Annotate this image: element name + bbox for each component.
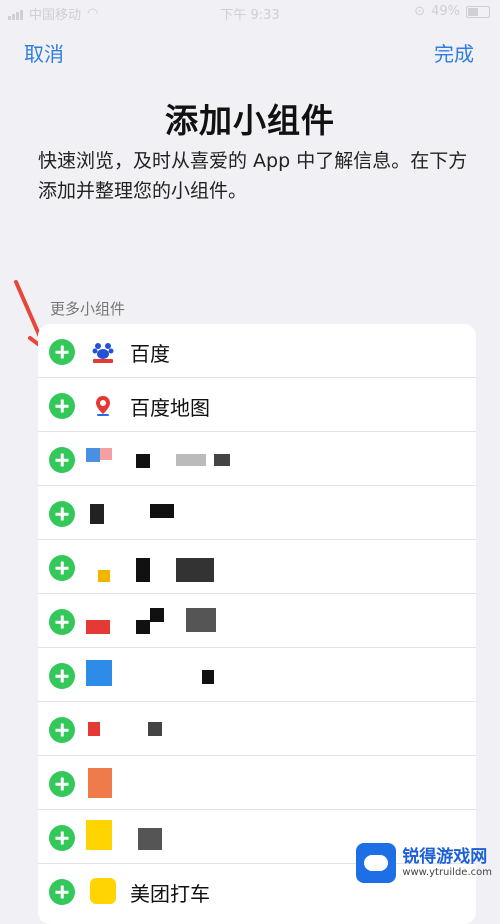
redacted-block: [136, 620, 150, 634]
battery-icon: [466, 5, 490, 18]
redacted-block: [136, 558, 150, 582]
redacted-icon: [86, 620, 110, 634]
add-icon[interactable]: [49, 555, 75, 581]
redacted-block: [186, 608, 216, 632]
add-icon[interactable]: [49, 771, 75, 797]
widget-row-redacted[interactable]: [38, 432, 476, 486]
widget-name: 百度: [130, 342, 170, 366]
done-button[interactable]: 完成: [434, 38, 474, 67]
redacted-block: [176, 454, 206, 466]
battery-percent: 49%: [431, 4, 460, 19]
baidu-map-icon: [90, 392, 116, 418]
page-title: 添加小组件: [165, 101, 335, 140]
add-icon[interactable]: [49, 609, 75, 635]
add-icon[interactable]: [49, 879, 75, 905]
widget-row-redacted[interactable]: [38, 540, 476, 594]
redacted-block: [148, 722, 162, 736]
baidu-icon: [90, 338, 116, 364]
redacted-block: [136, 454, 150, 468]
add-icon[interactable]: [49, 825, 75, 851]
widget-row-baidu-map[interactable]: 百度地图: [38, 378, 476, 432]
status-right: ⊙ 49%: [414, 4, 490, 19]
redacted-icon: [86, 660, 112, 686]
widget-row-redacted[interactable]: [38, 648, 476, 702]
add-icon[interactable]: [49, 663, 75, 689]
widget-name: 百度地图: [130, 396, 210, 420]
watermark-url: www.ytruilde.com: [402, 867, 492, 878]
status-bar: 中国移动 ◠ 下午 9:33 ⊙ 49%: [0, 0, 500, 26]
widget-row-redacted[interactable]: [38, 702, 476, 756]
watermark-name: 锐得游戏网: [402, 847, 488, 867]
add-icon[interactable]: [49, 393, 75, 419]
watermark-text: 锐得游戏网 www.ytruilde.com: [402, 847, 492, 879]
widget-list: 百度 百度地图 美团打车: [38, 324, 476, 924]
redacted-block: [214, 454, 230, 466]
redacted-block: [100, 448, 112, 460]
add-icon[interactable]: [49, 339, 75, 365]
redacted-icon: [90, 504, 104, 524]
widget-name: 美团打车: [130, 882, 210, 906]
redacted-icon: [86, 820, 112, 850]
redacted-icon: [86, 448, 100, 462]
redacted-block: [202, 670, 214, 684]
cancel-button[interactable]: 取消: [24, 38, 64, 67]
page-subtitle: 快速浏览，及时从喜爱的 App 中了解信息。在下方添加并整理您的小组件。: [38, 150, 468, 202]
watermark: 锐得游戏网 www.ytruilde.com: [356, 843, 492, 883]
watermark-logo-icon: [356, 843, 397, 883]
redacted-block: [150, 608, 164, 622]
widget-row-redacted[interactable]: [38, 486, 476, 540]
redacted-icon: [88, 722, 100, 736]
add-icon[interactable]: [49, 501, 75, 527]
orientation-lock-icon: ⊙: [414, 4, 426, 19]
redacted-icon: [88, 768, 112, 798]
widget-row-redacted[interactable]: [38, 594, 476, 648]
add-icon[interactable]: [49, 717, 75, 743]
redacted-block: [138, 828, 162, 850]
redacted-block: [150, 504, 174, 518]
widget-row-baidu[interactable]: 百度: [38, 324, 476, 378]
meituan-icon: [90, 878, 116, 904]
widget-row-redacted[interactable]: [38, 756, 476, 810]
add-icon[interactable]: [49, 447, 75, 473]
redacted-icon: [98, 570, 110, 582]
redacted-block: [176, 558, 214, 582]
section-label: 更多小组件: [50, 300, 126, 318]
